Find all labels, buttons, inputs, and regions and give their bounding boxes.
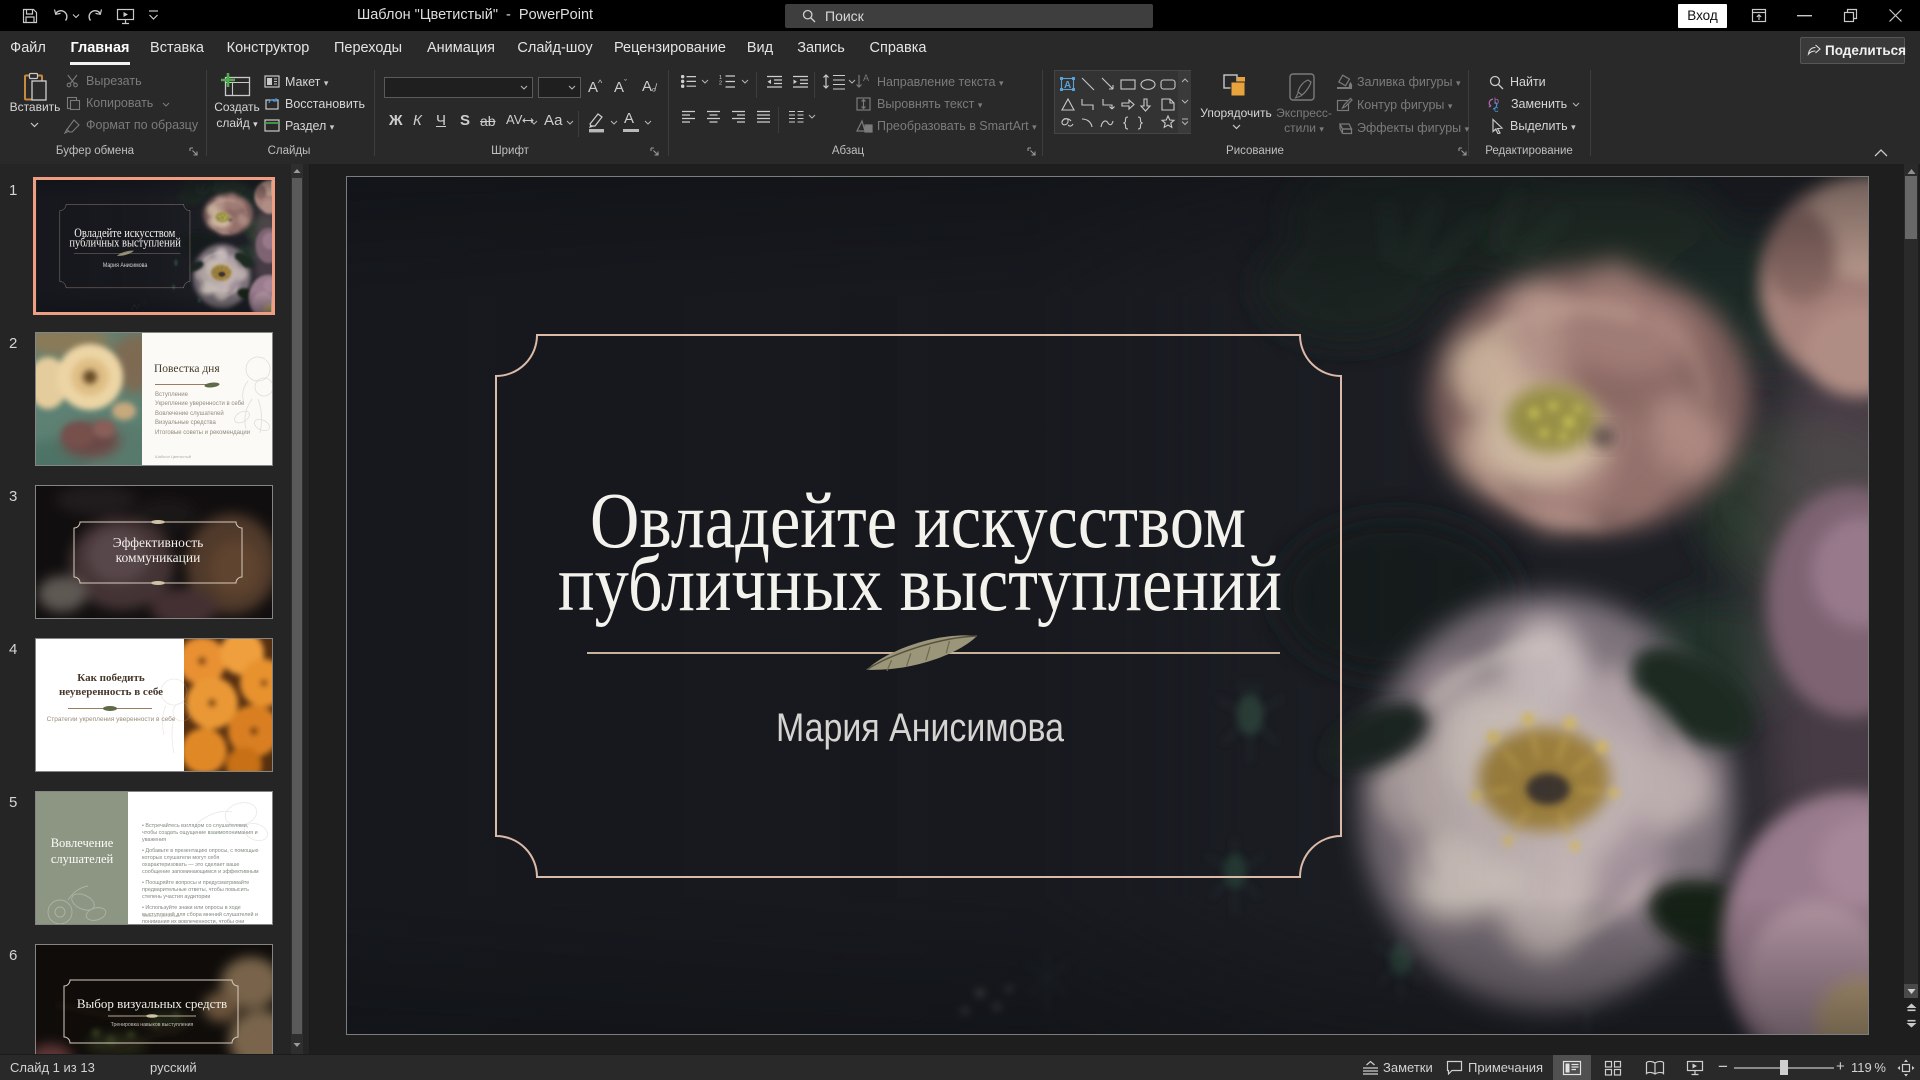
svg-text:Выбор визуальных средств: Выбор визуальных средств (77, 996, 227, 1011)
svg-text:Тренировка навыков выступления: Тренировка навыков выступления (111, 1022, 194, 1028)
svg-text:А: А (863, 73, 869, 83)
svg-text:Эффективность: Эффективность (113, 535, 204, 550)
svg-text:коммуникации: коммуникации (116, 550, 201, 565)
svg-text:2: 2 (719, 81, 722, 87)
svg-text:А: А (1064, 80, 1071, 91)
